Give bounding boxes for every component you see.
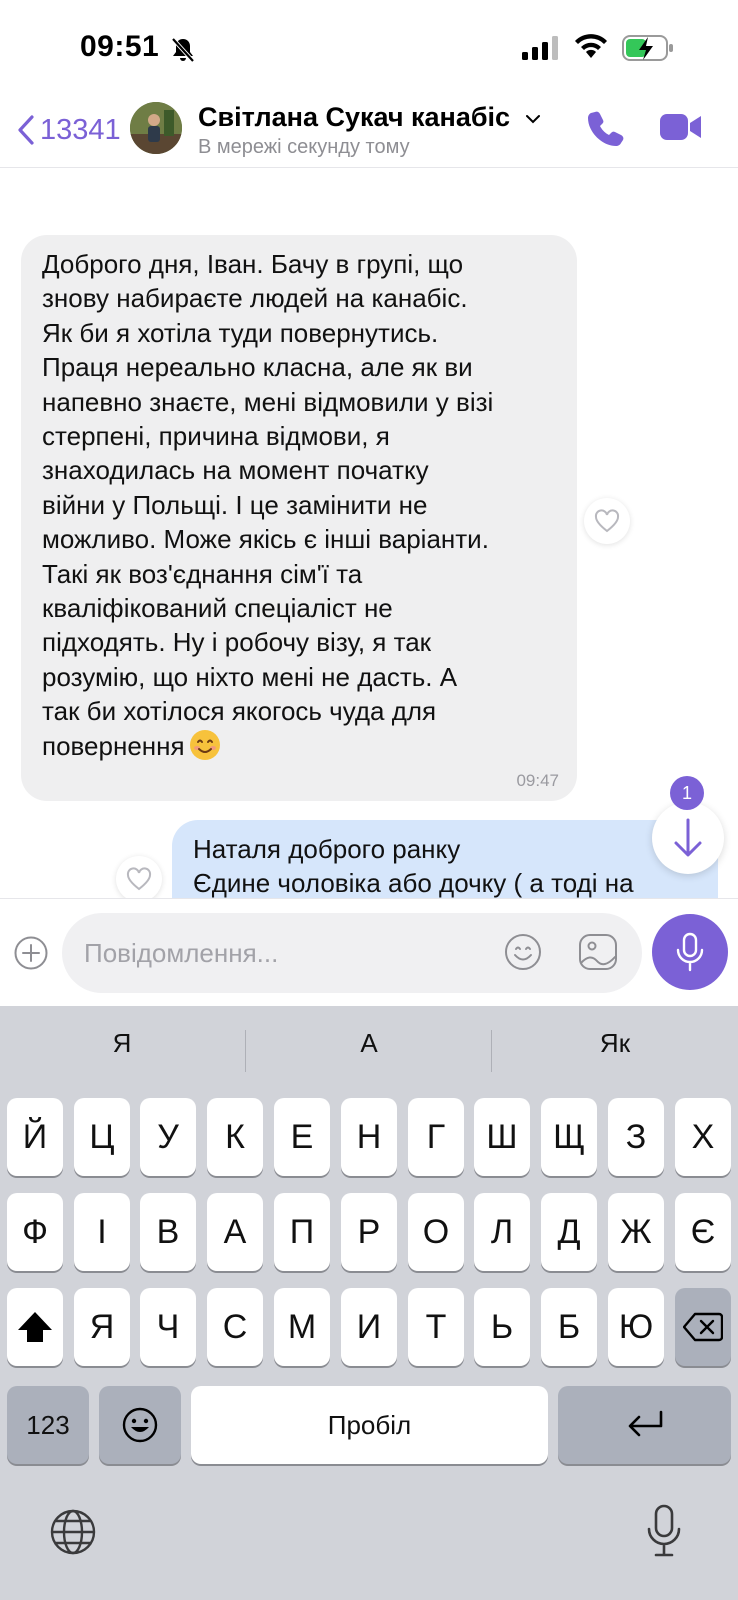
- dictation-microphone-icon[interactable]: [646, 1504, 682, 1558]
- avatar-photo: [130, 102, 182, 154]
- avatar[interactable]: [130, 102, 182, 154]
- key[interactable]: Щ: [541, 1098, 597, 1176]
- status-bar: 09:51: [0, 0, 738, 100]
- key[interactable]: М: [274, 1288, 330, 1366]
- heart-icon: [594, 509, 620, 533]
- key[interactable]: Ш: [474, 1098, 530, 1176]
- key[interactable]: У: [140, 1098, 196, 1176]
- contact-status: В мережі секунду тому: [198, 136, 410, 158]
- key[interactable]: А: [207, 1193, 263, 1271]
- backspace-icon: [683, 1312, 723, 1342]
- key[interactable]: І: [74, 1193, 130, 1271]
- voice-message-button[interactable]: [652, 914, 728, 990]
- globe-icon[interactable]: [49, 1508, 97, 1556]
- status-time: 09:51: [80, 30, 160, 63]
- back-label: 13341: [40, 113, 121, 146]
- bell-off-icon: [171, 37, 195, 63]
- message-time: 09:47: [516, 771, 559, 790]
- video-camera-icon[interactable]: [660, 112, 702, 142]
- wifi-icon: [575, 34, 607, 58]
- shift-arrow-icon: [18, 1312, 52, 1342]
- chat-header: 13341 Світлана Сукач канабіс В мережі се…: [0, 100, 738, 168]
- gallery-icon[interactable]: [578, 933, 618, 971]
- key[interactable]: Й: [7, 1098, 63, 1176]
- suggestion-item[interactable]: Я: [0, 1028, 244, 1059]
- emoji-icon: [122, 1407, 158, 1443]
- space-key[interactable]: Пробіл: [191, 1386, 548, 1464]
- key[interactable]: Ь: [474, 1288, 530, 1366]
- suggestion-item[interactable]: А: [247, 1028, 491, 1059]
- key[interactable]: З: [608, 1098, 664, 1176]
- chevron-down-icon: [525, 114, 540, 124]
- key[interactable]: Ф: [7, 1193, 63, 1271]
- message-text: Доброго дня, Іван. Бачу в групі, що знов…: [42, 249, 494, 761]
- key[interactable]: Х: [675, 1098, 731, 1176]
- key[interactable]: Ц: [74, 1098, 130, 1176]
- key[interactable]: Р: [341, 1193, 397, 1271]
- divider: [245, 1030, 246, 1072]
- suggestion-item[interactable]: Як: [493, 1028, 737, 1059]
- phone-icon[interactable]: [586, 108, 626, 148]
- key[interactable]: К: [207, 1098, 263, 1176]
- key[interactable]: Н: [341, 1098, 397, 1176]
- battery-charging-icon: [622, 35, 673, 61]
- shift-key[interactable]: [7, 1288, 63, 1366]
- key[interactable]: Б: [541, 1288, 597, 1366]
- heart-icon: [126, 867, 152, 891]
- outgoing-message[interactable]: Наталя доброго ранку Єдине чоловіка або …: [172, 820, 718, 898]
- emoji-key[interactable]: [99, 1386, 181, 1464]
- signal-icon: [522, 36, 558, 60]
- composer: [0, 898, 738, 1006]
- scroll-to-bottom-button[interactable]: [652, 802, 724, 874]
- key[interactable]: С: [207, 1288, 263, 1366]
- key[interactable]: Я: [74, 1288, 130, 1366]
- keyboard: Я А Як Й Ц У К Е Н Г Ш Щ З Х Ф І В А П Р…: [0, 1006, 738, 1600]
- key[interactable]: Д: [541, 1193, 597, 1271]
- incoming-message[interactable]: Доброго дня, Іван. Бачу в групі, що знов…: [21, 235, 577, 801]
- key[interactable]: Ю: [608, 1288, 664, 1366]
- key[interactable]: Ч: [140, 1288, 196, 1366]
- key[interactable]: П: [274, 1193, 330, 1271]
- key[interactable]: О: [408, 1193, 464, 1271]
- unread-badge: 1: [670, 776, 704, 810]
- key[interactable]: Є: [675, 1193, 731, 1271]
- like-button[interactable]: [116, 856, 162, 898]
- return-key[interactable]: [558, 1386, 731, 1464]
- key[interactable]: Т: [408, 1288, 464, 1366]
- backspace-key[interactable]: [675, 1288, 731, 1366]
- microphone-icon: [676, 932, 704, 972]
- suggestion-bar: Я А Як: [0, 1006, 738, 1094]
- message-text: Наталя доброго ранку Єдине чоловіка або …: [193, 834, 634, 898]
- key[interactable]: Л: [474, 1193, 530, 1271]
- smiling-face-emoji-icon: [189, 729, 220, 760]
- sticker-smiley-icon[interactable]: [504, 933, 542, 971]
- arrow-down-icon: [674, 818, 702, 857]
- key[interactable]: Ж: [608, 1193, 664, 1271]
- return-icon: [628, 1410, 662, 1437]
- message-list[interactable]: Доброго дня, Іван. Бачу в групі, що знов…: [0, 168, 738, 898]
- contact-name[interactable]: Світлана Сукач канабіс: [198, 102, 540, 133]
- chevron-left-icon: [18, 115, 34, 145]
- key[interactable]: И: [341, 1288, 397, 1366]
- message-input[interactable]: [62, 913, 642, 993]
- key[interactable]: Г: [408, 1098, 464, 1176]
- like-button[interactable]: [584, 498, 630, 544]
- plus-circle-icon[interactable]: [14, 936, 48, 970]
- key[interactable]: Е: [274, 1098, 330, 1176]
- numbers-key[interactable]: 123: [7, 1386, 89, 1464]
- divider: [491, 1030, 492, 1072]
- back-button[interactable]: 13341: [16, 110, 121, 150]
- key[interactable]: В: [140, 1193, 196, 1271]
